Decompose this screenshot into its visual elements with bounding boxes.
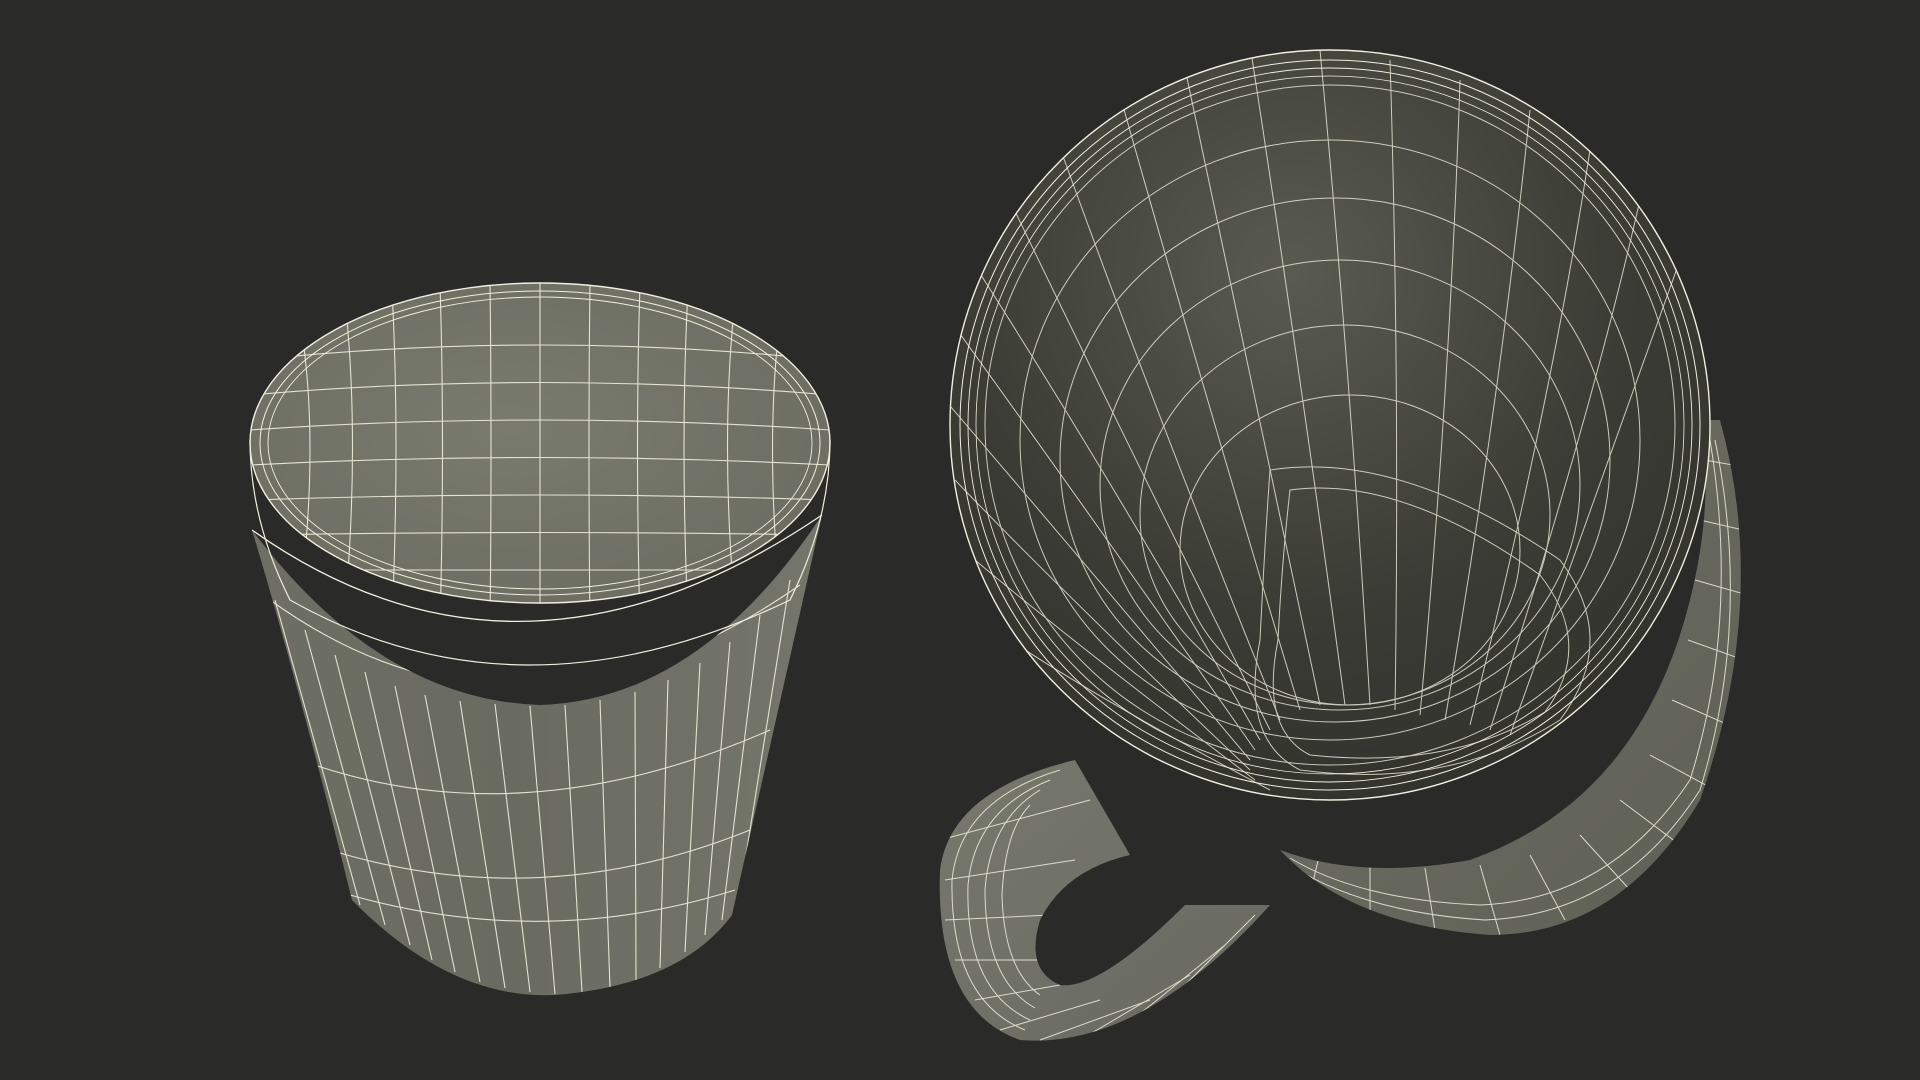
viewport — [0, 0, 1920, 1080]
render-scene — [0, 0, 1920, 1080]
